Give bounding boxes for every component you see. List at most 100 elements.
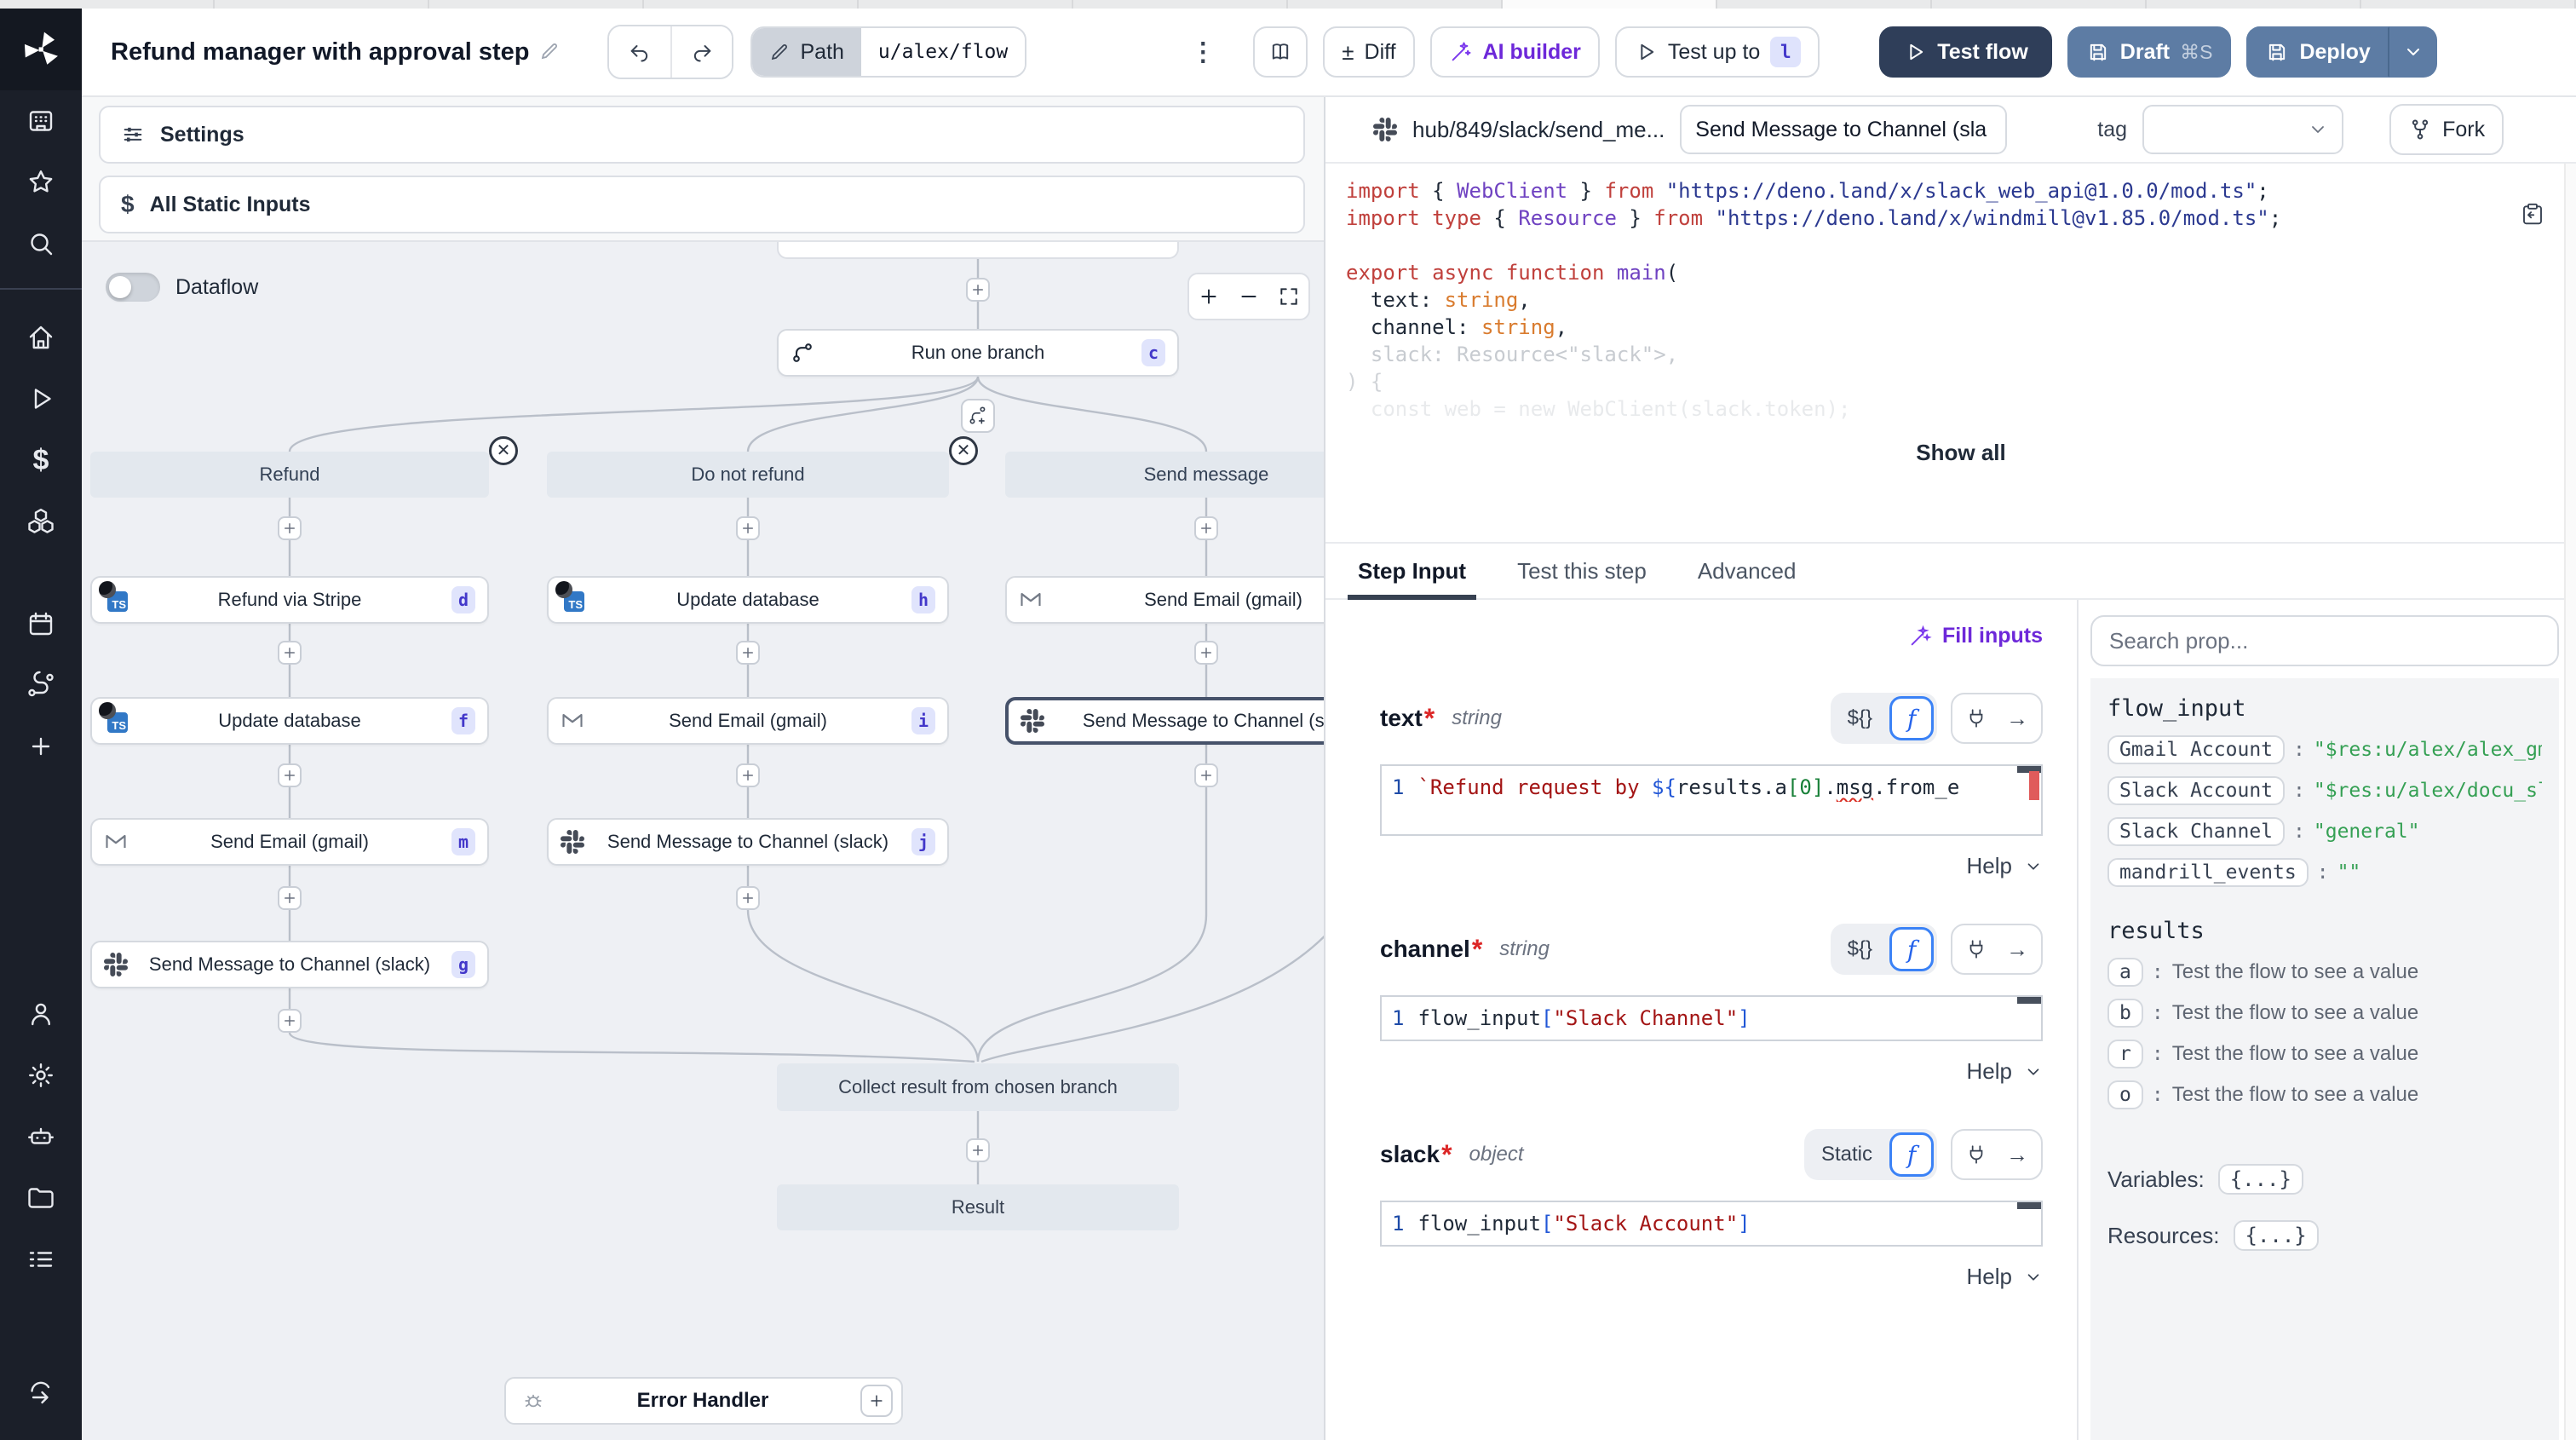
flow-input-entry[interactable]: mandrill_events:"": [2107, 858, 2542, 887]
help-toggle[interactable]: Help: [1967, 1058, 2043, 1085]
docs-book-button[interactable]: [1253, 26, 1308, 78]
branch-header-send-message[interactable]: Send message: [1005, 452, 1325, 498]
branch-header-refund[interactable]: Refund: [90, 452, 489, 498]
add-step-button[interactable]: [1194, 516, 1218, 540]
flow-step-node[interactable]: Send Message to Channel (slack)g: [90, 941, 489, 988]
static-mode-button[interactable]: Static: [1808, 1143, 1886, 1166]
slack-input-editor[interactable]: 1 flow_input["Slack Account"]: [1380, 1201, 2043, 1247]
javascript-mode-button[interactable]: f: [1889, 927, 1934, 971]
add-icon[interactable]: [0, 716, 82, 777]
flow-step-node[interactable]: Send Message to Channel (slack)j: [547, 818, 949, 866]
ai-robot-icon[interactable]: [0, 1106, 82, 1167]
search-icon[interactable]: [0, 213, 82, 274]
arrow-right-icon[interactable]: →: [1997, 936, 2038, 963]
add-step-button[interactable]: [1194, 641, 1218, 665]
deploy-button[interactable]: Deploy: [2246, 26, 2389, 78]
favorites-star-icon[interactable]: [0, 152, 82, 213]
path-value[interactable]: u/alex/flow: [861, 28, 1025, 76]
hub-script-path[interactable]: hub/849/slack/send_me...: [1412, 117, 1665, 143]
plug-icon[interactable]: [1956, 707, 1997, 729]
add-step-button[interactable]: [966, 1138, 990, 1162]
prop-key-pill[interactable]: Slack Channel: [2107, 817, 2285, 846]
edit-title-pencil-icon[interactable]: [539, 37, 560, 68]
all-static-inputs-card[interactable]: $ All Static Inputs: [99, 176, 1305, 233]
resources-cubes-icon[interactable]: [0, 491, 82, 552]
add-step-button[interactable]: [966, 278, 990, 302]
tab-test-this-step[interactable]: Test this step: [1517, 544, 1647, 598]
plug-icon[interactable]: [1956, 938, 1997, 960]
add-step-button[interactable]: [736, 763, 760, 787]
flow-canvas[interactable]: Settings $ All Static Inputs Dataflow: [82, 97, 1325, 1440]
flow-input-entry[interactable]: Gmail Account:"$res:u/alex/alex_gmail": [2107, 735, 2542, 764]
flow-step-node[interactable]: Send Email (gmail)m: [90, 818, 489, 866]
remove-branch-icon[interactable]: ✕: [949, 436, 978, 465]
tag-select[interactable]: [2142, 105, 2343, 154]
ai-builder-button[interactable]: AI builder: [1430, 26, 1600, 78]
result-key-pill[interactable]: r: [2107, 1040, 2143, 1068]
routes-icon[interactable]: [0, 654, 82, 716]
add-step-button[interactable]: [736, 641, 760, 665]
tab-advanced[interactable]: Advanced: [1698, 544, 1797, 598]
add-step-button[interactable]: [278, 886, 302, 910]
zoom-out-button[interactable]: [1238, 285, 1260, 308]
tab-step-input[interactable]: Step Input: [1358, 544, 1466, 598]
add-step-button[interactable]: [278, 1009, 302, 1033]
copy-code-icon[interactable]: [2520, 201, 2545, 233]
show-all-button[interactable]: Show all: [1346, 440, 2576, 466]
settings-gear-icon[interactable]: [0, 1045, 82, 1106]
test-up-to-button[interactable]: Test up tol: [1615, 26, 1820, 78]
branch-header-do-not-refund[interactable]: Do not refund: [547, 452, 949, 498]
template-mode-button[interactable]: ${}: [1834, 937, 1886, 961]
fill-inputs-button[interactable]: Fill inputs: [1908, 624, 2043, 648]
flow-input-entry[interactable]: Slack Account:"$res:u/alex/docu_slack": [2107, 776, 2542, 805]
result-node[interactable]: Result: [777, 1184, 1179, 1230]
help-toggle[interactable]: Help: [1967, 853, 2043, 879]
flow-input-entry[interactable]: Slack Channel:"general": [2107, 817, 2542, 846]
flow-step-node[interactable]: TSUpdate databasef: [90, 697, 489, 745]
variables-dollar-icon[interactable]: $: [0, 429, 82, 491]
arrow-right-icon[interactable]: →: [1997, 706, 2038, 732]
add-step-button[interactable]: [278, 641, 302, 665]
folders-icon[interactable]: [0, 1167, 82, 1229]
zoom-in-button[interactable]: [1198, 285, 1220, 308]
result-entry[interactable]: b:Test the flow to see a value: [2107, 999, 2542, 1028]
result-key-pill[interactable]: o: [2107, 1080, 2143, 1109]
remove-branch-icon[interactable]: ✕: [489, 436, 518, 465]
javascript-mode-button[interactable]: f: [1889, 1132, 1934, 1177]
search-prop-input[interactable]: [2090, 615, 2559, 666]
workspace-icon[interactable]: [0, 90, 82, 152]
path-button[interactable]: Path: [752, 28, 860, 76]
dataflow-toggle[interactable]: [106, 273, 160, 302]
test-flow-button[interactable]: Test flow: [1879, 26, 2051, 78]
flow-step-node[interactable]: Send Message to Channel (slack): [1005, 697, 1325, 745]
help-toggle[interactable]: Help: [1967, 1264, 2043, 1290]
result-key-pill[interactable]: b: [2107, 999, 2143, 1028]
step-summary-input[interactable]: [1680, 105, 2007, 154]
variables-pill[interactable]: {...}: [2218, 1164, 2303, 1195]
fork-button[interactable]: Fork: [2389, 104, 2504, 155]
undo-button[interactable]: [609, 26, 670, 78]
arrow-right-icon[interactable]: →: [1997, 1142, 2038, 1168]
redo-button[interactable]: [670, 26, 732, 78]
add-branch-button[interactable]: [961, 399, 995, 433]
result-entry[interactable]: r:Test the flow to see a value: [2107, 1040, 2542, 1068]
error-handler-node[interactable]: Error Handler: [504, 1377, 903, 1425]
fit-view-button[interactable]: [1278, 285, 1300, 308]
channel-input-editor[interactable]: 1 flow_input["Slack Channel"]: [1380, 995, 2043, 1041]
text-input-editor[interactable]: 1 `Refund request by ${results.a[0].msg.…: [1380, 764, 2043, 836]
add-error-handler-button[interactable]: [860, 1385, 893, 1417]
template-mode-button[interactable]: ${}: [1834, 706, 1886, 730]
add-step-button[interactable]: [278, 516, 302, 540]
panel-scrollbar[interactable]: [2564, 164, 2576, 1440]
account-icon[interactable]: [0, 983, 82, 1045]
flow-step-node[interactable]: TSRefund via Striped: [90, 576, 489, 624]
home-icon[interactable]: [0, 307, 82, 368]
flow-step-node[interactable]: Send Email (gmail)i: [547, 697, 949, 745]
diff-button[interactable]: ±Diff: [1323, 26, 1414, 78]
add-step-button[interactable]: [278, 763, 302, 787]
run-one-branch-node[interactable]: Run one branch c: [777, 329, 1179, 377]
javascript-mode-button[interactable]: f: [1889, 696, 1934, 740]
collect-result-node[interactable]: Collect result from chosen branch: [777, 1063, 1179, 1111]
windmill-logo[interactable]: [0, 9, 82, 90]
prop-key-pill[interactable]: Gmail Account: [2107, 735, 2285, 764]
